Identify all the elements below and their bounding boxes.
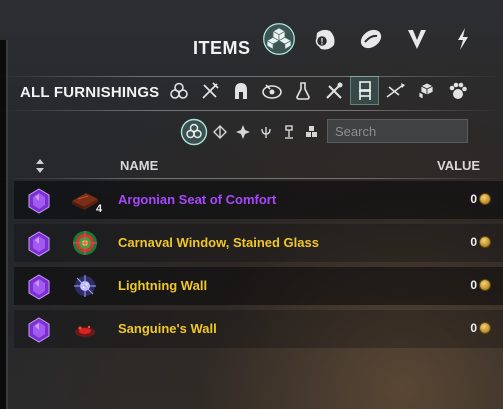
item-name: Sanguine's Wall	[118, 321, 217, 336]
gold-coin-icon	[479, 322, 491, 334]
blood-wall-thumbnail	[75, 325, 95, 337]
quality-gem-icon	[28, 188, 50, 214]
item-value: 0	[470, 321, 477, 335]
table-header-divider	[0, 178, 503, 179]
table-row[interactable]: Sanguine's Wall 0	[14, 310, 503, 348]
crates-icon[interactable]	[413, 77, 440, 104]
svg-text:!: !	[321, 37, 324, 47]
flask-icon[interactable]	[289, 77, 316, 104]
sort-toggle[interactable]	[34, 156, 46, 176]
subcategory-title: ALL FURNISHINGS	[20, 84, 160, 101]
tab-spell-icon[interactable]	[446, 22, 480, 56]
table-row[interactable]: Lightning Wall 0	[14, 267, 503, 305]
tab-consumable-icon[interactable]	[354, 22, 388, 56]
item-name: Carnaval Window, Stained Glass	[118, 235, 319, 250]
paw-icon[interactable]	[444, 77, 471, 104]
quality-gem-icon	[28, 274, 50, 300]
gold-coin-icon	[479, 193, 491, 205]
item-value: 0	[470, 192, 477, 206]
subheader-divider	[0, 110, 503, 111]
blueprint-icon[interactable]	[258, 77, 285, 104]
diamond-icon[interactable]	[208, 121, 231, 144]
type-filters	[180, 118, 323, 146]
quality-gem-icon	[28, 317, 50, 343]
tab-gear-icon[interactable]	[400, 22, 434, 56]
subcategory-filters	[165, 76, 475, 105]
quality-gem-icon	[28, 231, 50, 257]
column-header-name[interactable]: NAME	[120, 158, 158, 173]
table-row[interactable]: 4 Argonian Seat of Comfort 0	[14, 181, 503, 219]
blocks-icon[interactable]	[300, 121, 323, 144]
window-thumbnail	[73, 231, 97, 255]
lamp-icon[interactable]	[277, 121, 300, 144]
helmet-icon[interactable]	[227, 77, 254, 104]
column-header-value[interactable]: VALUE	[437, 158, 480, 173]
item-value: 0	[470, 235, 477, 249]
tools-icon[interactable]	[320, 77, 347, 104]
search-input[interactable]	[328, 120, 467, 142]
item-name: Lightning Wall	[118, 278, 208, 293]
gold-coin-icon	[479, 236, 491, 248]
tab-furnishing-cubes-icon[interactable]	[262, 22, 296, 56]
top-bar: ITEMS !	[0, 0, 503, 80]
item-name: Argonian Seat of Comfort	[118, 192, 277, 207]
window-frame-edge	[0, 40, 8, 409]
candle-icon[interactable]	[254, 121, 277, 144]
all-furnishings-icon[interactable]	[165, 77, 192, 104]
search-box[interactable]	[327, 119, 468, 143]
page-title: ITEMS	[193, 38, 251, 58]
tab-materials-icon[interactable]: !	[308, 22, 342, 56]
crafting-station-icon[interactable]	[196, 77, 223, 104]
table-row[interactable]: Carnaval Window, Stained Glass 0	[14, 224, 503, 262]
lightning-thumbnail	[74, 275, 96, 297]
cross-icon[interactable]	[231, 121, 254, 144]
all-icon[interactable]	[180, 118, 208, 146]
item-value: 0	[470, 278, 477, 292]
item-quantity: 4	[96, 203, 103, 215]
arrows-icon[interactable]	[382, 77, 409, 104]
category-tabs: !	[262, 22, 492, 56]
chair-icon[interactable]	[350, 76, 379, 105]
gold-coin-icon	[479, 279, 491, 291]
